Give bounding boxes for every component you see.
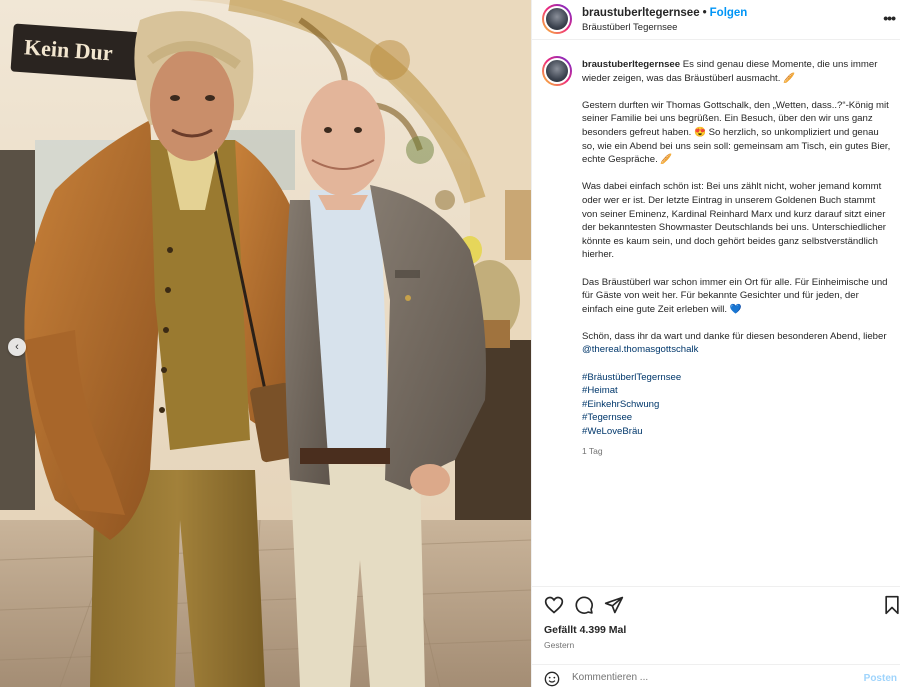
hashtag-link[interactable]: #BräustüberlTegernsee (582, 371, 892, 385)
header-username[interactable]: braustuberltegernsee (582, 7, 700, 19)
post-side-panel: braustuberltegernsee • Folgen Bräustüberl … (531, 0, 900, 687)
comment-icon[interactable] (574, 595, 594, 615)
hashtag-list: #BräustüberlTegernsee #Heimat #EinkehrSc… (582, 371, 892, 439)
mention-link[interactable]: @thereal.thomasgottschalk (582, 344, 698, 355)
hashtag-link[interactable]: #Tegernsee (582, 411, 892, 425)
post-image: Kein Dur (0, 0, 531, 687)
carousel-prev-button[interactable]: ‹ (8, 338, 26, 356)
chevron-left-icon: ‹ (15, 341, 19, 353)
post-comment-button[interactable]: Posten (864, 673, 897, 684)
caption-paragraph-2: Gestern durften wir Thomas Gottschalk, d… (582, 99, 891, 166)
action-bar (532, 586, 900, 620)
caption-body: braustuberltegernsee Es sind genau diese… (582, 58, 892, 458)
post-caption: braustuberltegernsee Es sind genau diese… (532, 52, 900, 472)
post-header: braustuberltegernsee • Folgen Bräustüberl … (532, 0, 900, 40)
share-icon[interactable] (604, 595, 624, 615)
follow-button[interactable]: Folgen (710, 7, 748, 19)
bookmark-icon[interactable] (882, 595, 900, 615)
caption-paragraph-5: Schön, dass ihr da wart und danke für di… (582, 330, 892, 357)
caption-timestamp[interactable]: 1 Tag (582, 445, 892, 459)
comment-bar: Posten (532, 664, 900, 687)
hashtag-link[interactable]: #WeLoveBräu (582, 425, 892, 439)
heart-icon[interactable] (544, 595, 564, 615)
post-photo[interactable]: Kein Dur ‹ (0, 0, 531, 687)
likes-count[interactable]: Gefällt 4.399 Mal (544, 624, 626, 636)
post-date: Gestern (544, 640, 575, 650)
caption-avatar[interactable] (542, 56, 572, 86)
header-user-line: braustuberltegernsee • Folgen (582, 7, 747, 19)
emoji-icon[interactable] (544, 671, 560, 687)
caption-paragraph-1: braustuberltegernsee Es sind genau diese… (582, 58, 892, 85)
comment-input[interactable] (572, 669, 842, 685)
caption-paragraph-3: Was dabei einfach schön ist: Bei uns zäh… (582, 181, 886, 261)
account-avatar[interactable] (542, 4, 572, 34)
hashtag-link[interactable]: #EinkehrSchwung (582, 398, 892, 412)
caption-username[interactable]: braustuberltegernsee (582, 59, 680, 70)
location-link[interactable]: Bräustüberl Tegernsee (582, 22, 677, 33)
caption-closing-text: Schön, dass ihr da wart und danke für di… (582, 330, 887, 342)
hashtag-link[interactable]: #Heimat (582, 384, 892, 398)
caption-paragraph-4: Das Bräustüberl war schon immer ein Ort … (582, 276, 888, 315)
more-horizontal-icon[interactable]: ••• (883, 10, 896, 26)
separator-dot: • (702, 7, 707, 19)
